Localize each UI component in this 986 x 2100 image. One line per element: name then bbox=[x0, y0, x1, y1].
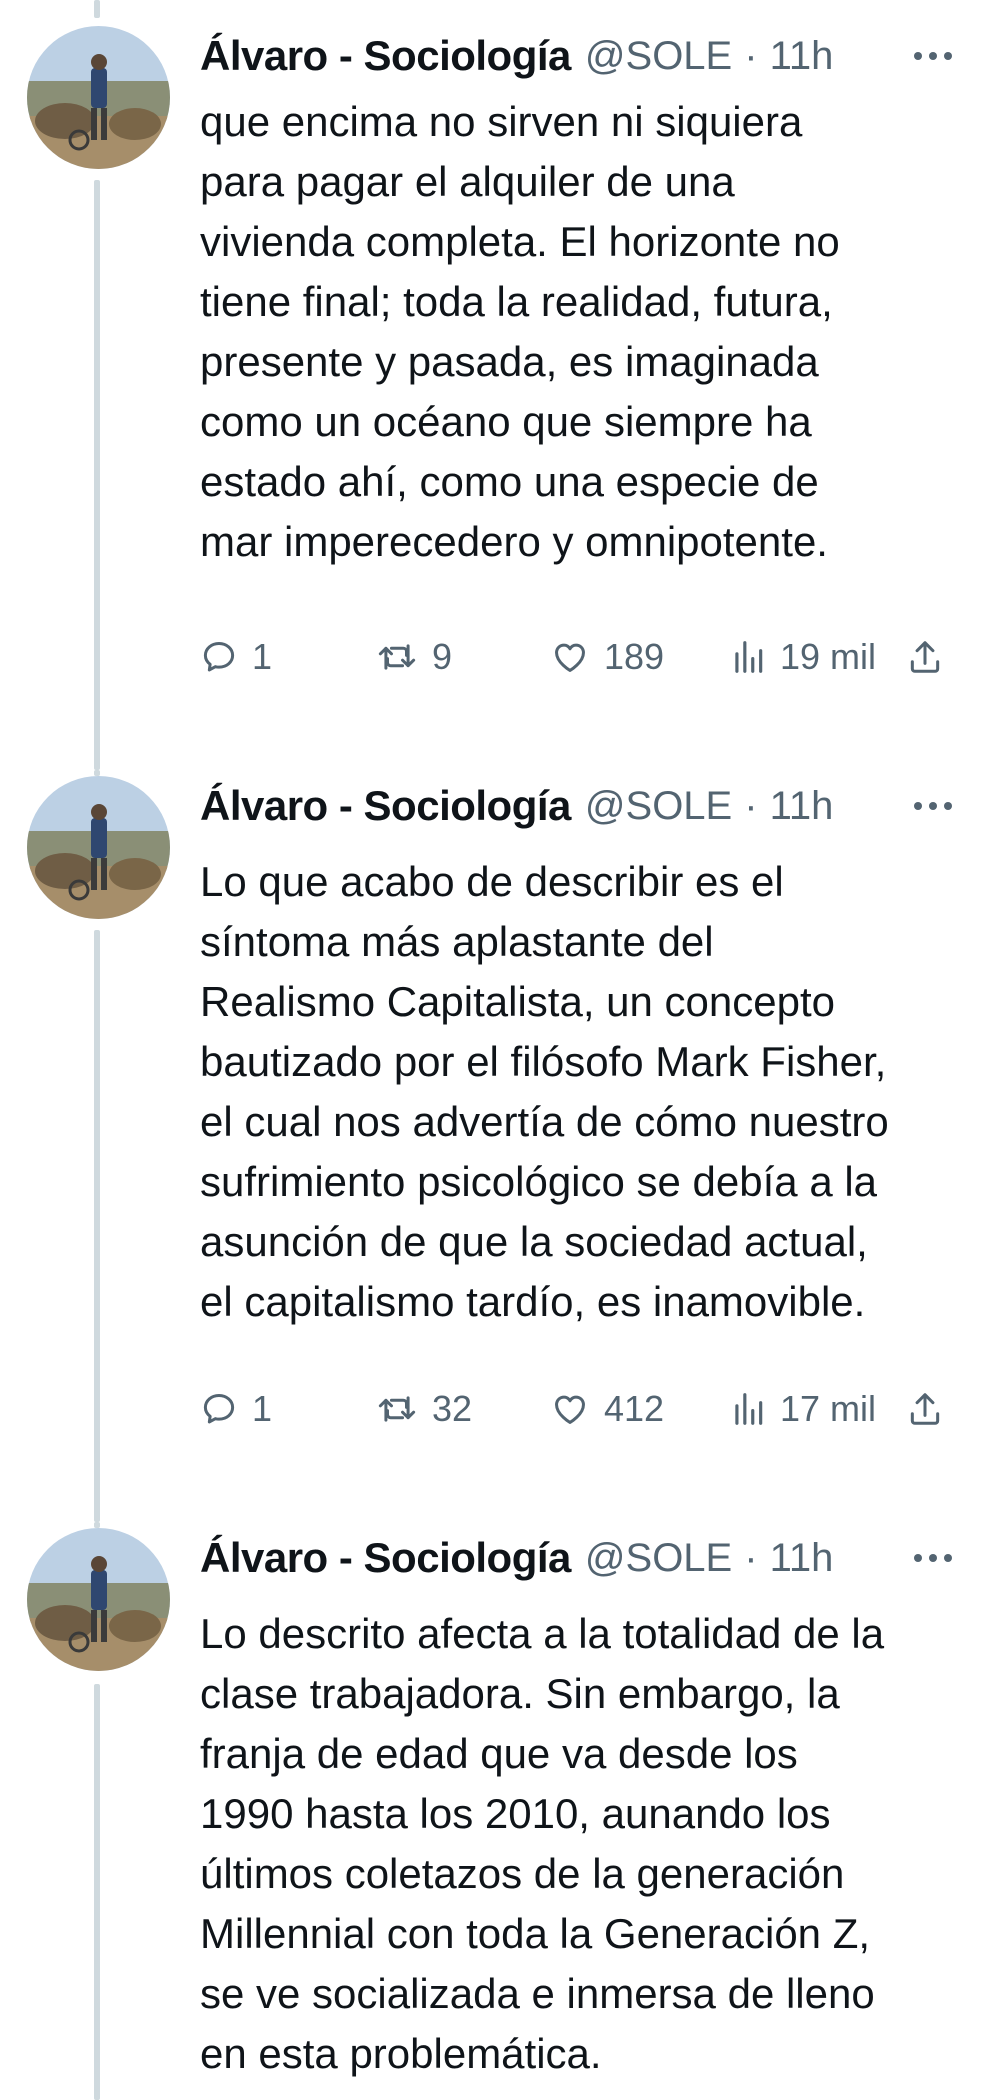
views-button[interactable]: 17 mil bbox=[730, 1384, 876, 1434]
more-icon[interactable] bbox=[914, 1554, 960, 1562]
thread-connector bbox=[94, 1684, 100, 2100]
author-name[interactable]: Álvaro - Sociología bbox=[200, 1534, 571, 1582]
more-icon[interactable] bbox=[914, 52, 960, 60]
tweet-text-line: bautizado por el filósofo Mark Fisher, bbox=[200, 1038, 887, 1085]
reply-icon bbox=[203, 1394, 235, 1424]
tweet-text-line: vivienda completa. El horizonte no bbox=[200, 218, 840, 265]
share-button[interactable] bbox=[906, 632, 944, 682]
timestamp[interactable]: 11h bbox=[770, 784, 834, 829]
heart-icon bbox=[555, 643, 585, 672]
reply-count: 1 bbox=[252, 1388, 273, 1429]
like-button[interactable]: 412 bbox=[550, 1384, 664, 1434]
views-count: 17 mil bbox=[780, 1388, 877, 1429]
reply-button[interactable]: 1 bbox=[200, 1384, 272, 1434]
thread-connector bbox=[94, 930, 100, 1522]
share-button[interactable] bbox=[906, 1384, 944, 1434]
author-handle[interactable]: @SOLE bbox=[585, 784, 732, 829]
author-handle[interactable]: @SOLE bbox=[585, 34, 732, 79]
views-icon bbox=[735, 641, 763, 673]
like-count: 189 bbox=[604, 636, 665, 677]
tweet-text: que encima no sirven ni siquiera para pa… bbox=[200, 92, 970, 572]
retweet-count: 9 bbox=[432, 636, 453, 677]
avatar-photo bbox=[27, 776, 170, 919]
views-button[interactable]: 19 mil bbox=[730, 632, 876, 682]
tweet-text-line: Millennial con toda la Generación Z, bbox=[200, 1910, 871, 1957]
tweet-text-line: que encima no sirven ni siquiera bbox=[200, 98, 803, 145]
tweet-text-line: tiene final; toda la realidad, futura, bbox=[200, 278, 833, 325]
timestamp[interactable]: 11h bbox=[770, 34, 834, 79]
tweet-text-line: como un océano que siempre ha bbox=[200, 398, 812, 445]
action-bar: 1 9 189 19 mil bbox=[200, 632, 960, 682]
tweet-text-line: Realismo Capitalista, un concepto bbox=[200, 978, 836, 1025]
tweet-text-line: asunción de que la sociedad actual, bbox=[200, 1218, 868, 1265]
tweet-text-line: franja de edad que va desde los bbox=[200, 1730, 798, 1777]
retweet-count: 32 bbox=[432, 1388, 473, 1429]
tweet-text-line: estado ahí, como una especie de bbox=[200, 458, 819, 505]
reply-count: 1 bbox=[252, 636, 273, 677]
avatar[interactable] bbox=[27, 26, 170, 169]
tweet-text-line: Lo que acabo de describir es el bbox=[200, 858, 784, 905]
separator: · bbox=[744, 1535, 758, 1580]
views-count: 19 mil bbox=[780, 636, 877, 677]
retweet-button[interactable]: 32 bbox=[376, 1384, 472, 1434]
tweet-text-line: el capitalismo tardío, es inamovible. bbox=[200, 1278, 866, 1325]
tweet-text-line: en esta problemática. bbox=[200, 2030, 602, 2077]
thread-connector bbox=[94, 180, 100, 770]
author-name[interactable]: Álvaro - Sociología bbox=[200, 782, 571, 830]
retweet-icon bbox=[378, 644, 416, 670]
tweet-text-line: mar imperecedero y omnipotente. bbox=[200, 518, 828, 565]
tweet-header: Álvaro - Sociología @SOLE · 11h bbox=[200, 26, 960, 86]
tweet-text: Lo descrito afecta a la totalidad de la … bbox=[200, 1604, 970, 2084]
more-icon[interactable] bbox=[914, 802, 960, 810]
action-bar: 1 32 412 17 mil bbox=[200, 1384, 960, 1434]
tweet[interactable]: Álvaro - Sociología @SOLE · 11h Lo que a… bbox=[0, 770, 986, 1522]
tweet-header: Álvaro - Sociología @SOLE · 11h bbox=[200, 776, 960, 836]
tweet[interactable]: Álvaro - Sociología @SOLE · 11h Lo descr… bbox=[0, 1522, 986, 2100]
share-icon bbox=[910, 1393, 940, 1425]
tweet-text-line: últimos coletazos de la generación bbox=[200, 1850, 845, 1897]
author-handle[interactable]: @SOLE bbox=[585, 1536, 732, 1581]
author-name[interactable]: Álvaro - Sociología bbox=[200, 32, 571, 80]
separator: · bbox=[744, 33, 758, 78]
like-button[interactable]: 189 bbox=[550, 632, 664, 682]
tweet-text: Lo que acabo de describir es el síntoma … bbox=[200, 852, 970, 1332]
avatar[interactable] bbox=[27, 776, 170, 919]
heart-icon bbox=[555, 1395, 585, 1424]
like-count: 412 bbox=[604, 1388, 665, 1429]
separator: · bbox=[744, 783, 758, 828]
retweet-icon bbox=[378, 1396, 416, 1422]
tweet-text-line: se ve socializada e inmersa de lleno bbox=[200, 1970, 875, 2017]
tweet-text-line: Lo descrito afecta a la totalidad de la bbox=[200, 1610, 885, 1657]
tweet-text-line: clase trabajadora. Sin embargo, la bbox=[200, 1670, 840, 1717]
conversation-thread: Álvaro - Sociología @SOLE · 11h que enci… bbox=[0, 0, 986, 2100]
tweet[interactable]: Álvaro - Sociología @SOLE · 11h que enci… bbox=[0, 20, 986, 770]
views-icon bbox=[735, 1393, 763, 1425]
tweet-text-line: el cual nos advertía de cómo nuestro bbox=[200, 1098, 889, 1145]
tweet-text-line: presente y pasada, es imaginada bbox=[200, 338, 819, 385]
avatar-photo bbox=[27, 26, 170, 169]
tweet-header: Álvaro - Sociología @SOLE · 11h bbox=[200, 1528, 960, 1588]
tweet-text-line: síntoma más aplastante del bbox=[200, 918, 714, 965]
reply-button[interactable]: 1 bbox=[200, 632, 272, 682]
reply-icon bbox=[203, 642, 235, 672]
avatar[interactable] bbox=[27, 1528, 170, 1671]
share-icon bbox=[910, 641, 940, 673]
tweet-text-line: para pagar el alquiler de una bbox=[200, 158, 735, 205]
retweet-button[interactable]: 9 bbox=[376, 632, 452, 682]
tweet-text-line: sufrimiento psicológico se debía a la bbox=[200, 1158, 878, 1205]
thread-connector-top bbox=[94, 0, 100, 18]
timestamp[interactable]: 11h bbox=[770, 1536, 834, 1581]
avatar-photo bbox=[27, 1528, 170, 1671]
tweet-text-line: 1990 hasta los 2010, aunando los bbox=[200, 1790, 831, 1837]
